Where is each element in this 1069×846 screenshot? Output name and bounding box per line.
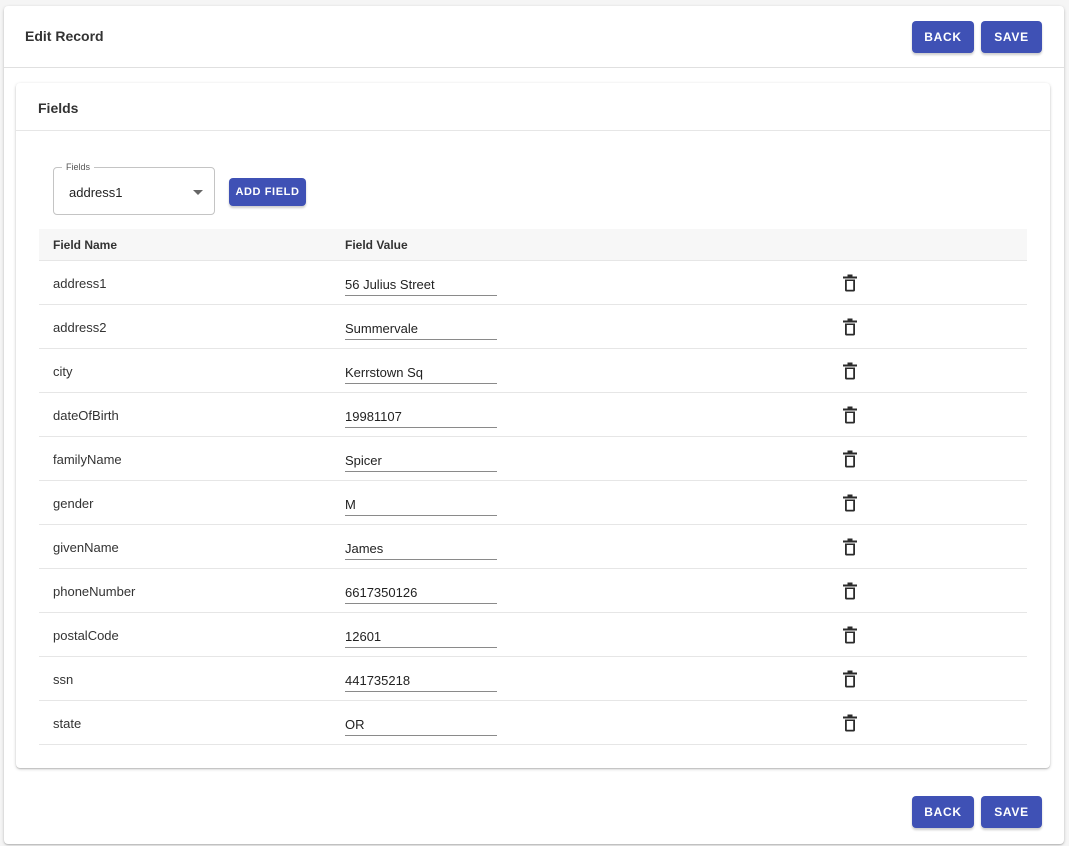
- field-value-input[interactable]: [345, 488, 497, 516]
- fields-select[interactable]: Fields address1: [53, 162, 215, 215]
- page-title: Edit Record: [25, 28, 104, 44]
- table-row: gender: [39, 481, 1027, 525]
- trash-icon[interactable]: [843, 274, 857, 292]
- fields-select-label: Fields: [62, 162, 95, 172]
- field-name-cell: familyName: [53, 452, 122, 467]
- edit-record-card: Edit Record BACK SAVE Fields Fields addr…: [4, 6, 1064, 844]
- column-header-field-name: Field Name: [53, 238, 118, 252]
- table-row: phoneNumber: [39, 569, 1027, 613]
- table-row: address2: [39, 305, 1027, 349]
- field-value-input[interactable]: [345, 708, 497, 736]
- field-value-input[interactable]: [345, 312, 497, 340]
- table-row: city: [39, 349, 1027, 393]
- table-row: postalCode: [39, 613, 1027, 657]
- field-value-input[interactable]: [345, 576, 497, 604]
- trash-icon[interactable]: [843, 626, 857, 644]
- table-row: givenName: [39, 525, 1027, 569]
- trash-icon[interactable]: [843, 318, 857, 336]
- field-value-input[interactable]: [345, 400, 497, 428]
- table-row: dateOfBirth: [39, 393, 1027, 437]
- field-name-cell: phoneNumber: [53, 584, 136, 599]
- caret-down-icon: [193, 190, 203, 195]
- trash-icon[interactable]: [843, 582, 857, 600]
- field-value-input[interactable]: [345, 356, 497, 384]
- field-name-cell: ssn: [53, 672, 74, 687]
- fields-card: Fields Fields address1 ADD FIELD Field N…: [16, 83, 1050, 768]
- field-value-input[interactable]: [345, 532, 497, 560]
- field-name-cell: address2: [53, 320, 107, 335]
- table-row: ssn: [39, 657, 1027, 701]
- table-row: address1: [39, 261, 1027, 305]
- field-name-cell: address1: [53, 276, 107, 291]
- trash-icon[interactable]: [843, 362, 857, 380]
- add-field-button[interactable]: ADD FIELD: [229, 178, 306, 206]
- field-name-cell: gender: [53, 496, 94, 511]
- field-value-input[interactable]: [345, 620, 497, 648]
- field-name-cell: city: [53, 364, 73, 379]
- field-name-cell: state: [53, 716, 82, 731]
- save-button[interactable]: SAVE: [981, 21, 1042, 53]
- field-value-input[interactable]: [345, 268, 497, 296]
- page-header: Edit Record BACK SAVE: [4, 6, 1064, 68]
- footer-save-button[interactable]: SAVE: [981, 796, 1042, 828]
- field-value-input[interactable]: [345, 664, 497, 692]
- field-value-input[interactable]: [345, 444, 497, 472]
- table-body: address1 address2 city dateOfBirth familyNam…: [39, 261, 1027, 745]
- fields-table: Field Name Field Value address1 address2 c…: [39, 229, 1027, 745]
- trash-icon[interactable]: [843, 714, 857, 732]
- fields-card-title: Fields: [38, 100, 79, 116]
- table-row: familyName: [39, 437, 1027, 481]
- trash-icon[interactable]: [843, 670, 857, 688]
- footer-back-button[interactable]: BACK: [912, 796, 974, 828]
- trash-icon[interactable]: [843, 538, 857, 556]
- field-name-cell: dateOfBirth: [53, 408, 119, 423]
- field-name-cell: postalCode: [53, 628, 119, 643]
- trash-icon[interactable]: [843, 450, 857, 468]
- field-name-cell: givenName: [53, 540, 119, 555]
- column-header-field-value: Field Value: [345, 238, 408, 252]
- trash-icon[interactable]: [843, 494, 857, 512]
- table-row: state: [39, 701, 1027, 745]
- fields-card-header: Fields: [16, 83, 1050, 131]
- trash-icon[interactable]: [843, 406, 857, 424]
- back-button[interactable]: BACK: [912, 21, 974, 53]
- fields-select-value: address1: [69, 185, 123, 200]
- table-header: Field Name Field Value: [39, 229, 1027, 261]
